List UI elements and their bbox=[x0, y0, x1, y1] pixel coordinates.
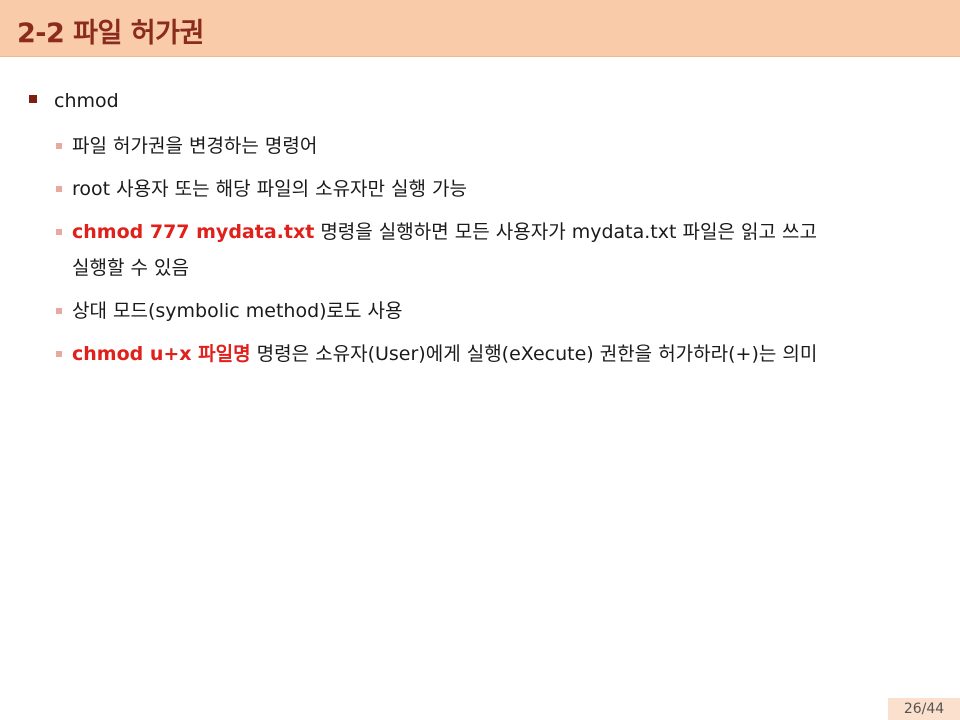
sub-bullet-text: 파일 허가권을 변경하는 명령어 bbox=[72, 135, 318, 157]
command-highlight: chmod u+x 파일명 bbox=[72, 343, 251, 365]
slide: 2-2 파일 허가권 chmod 파일 허가권을 변경하는 명령어 root 사… bbox=[0, 0, 960, 720]
sub-bullet-text: 상대 모드(symbolic method)로도 사용 bbox=[72, 300, 403, 322]
sub-bullet-1: 파일 허가권을 변경하는 명령어 bbox=[28, 128, 938, 164]
sub-bullet-text: root 사용자 또는 해당 파일의 소유자만 실행 가능 bbox=[72, 178, 468, 200]
sub-bullet-text: 명령은 소유자(User)에게 실행(eXecute) 권한을 허가하라(+)는… bbox=[250, 343, 818, 365]
slide-title: 2-2 파일 허가권 bbox=[17, 18, 204, 49]
small-square-bullet-icon bbox=[56, 229, 62, 235]
small-square-bullet-icon bbox=[56, 308, 62, 314]
title-bar: 2-2 파일 허가권 bbox=[0, 0, 960, 57]
sub-bullet-text: 명령을 실행하면 모든 사용자가 mydata.txt 파일은 읽고 쓰고 bbox=[314, 221, 817, 243]
small-square-bullet-icon bbox=[56, 351, 62, 357]
sub-bullet-4: 상대 모드(symbolic method)로도 사용 bbox=[28, 293, 938, 329]
slide-content: chmod 파일 허가권을 변경하는 명령어 root 사용자 또는 해당 파일… bbox=[28, 88, 938, 379]
sub-bullet-2: root 사용자 또는 해당 파일의 소유자만 실행 가능 bbox=[28, 171, 938, 207]
sub-bullet-3: chmod 777 mydata.txt 명령을 실행하면 모든 사용자가 my… bbox=[28, 214, 938, 286]
command-highlight: chmod 777 mydata.txt bbox=[72, 221, 315, 243]
bullet-main-text: chmod bbox=[54, 90, 119, 112]
square-bullet-icon bbox=[29, 95, 37, 103]
page-number: 26/44 bbox=[888, 698, 960, 720]
sub-bullet-continuation: 실행할 수 있음 bbox=[72, 257, 189, 279]
small-square-bullet-icon bbox=[56, 143, 62, 149]
bullet-level1: chmod bbox=[28, 88, 938, 114]
sub-bullet-5: chmod u+x 파일명 명령은 소유자(User)에게 실행(eXecute… bbox=[28, 336, 938, 372]
small-square-bullet-icon bbox=[56, 186, 62, 192]
